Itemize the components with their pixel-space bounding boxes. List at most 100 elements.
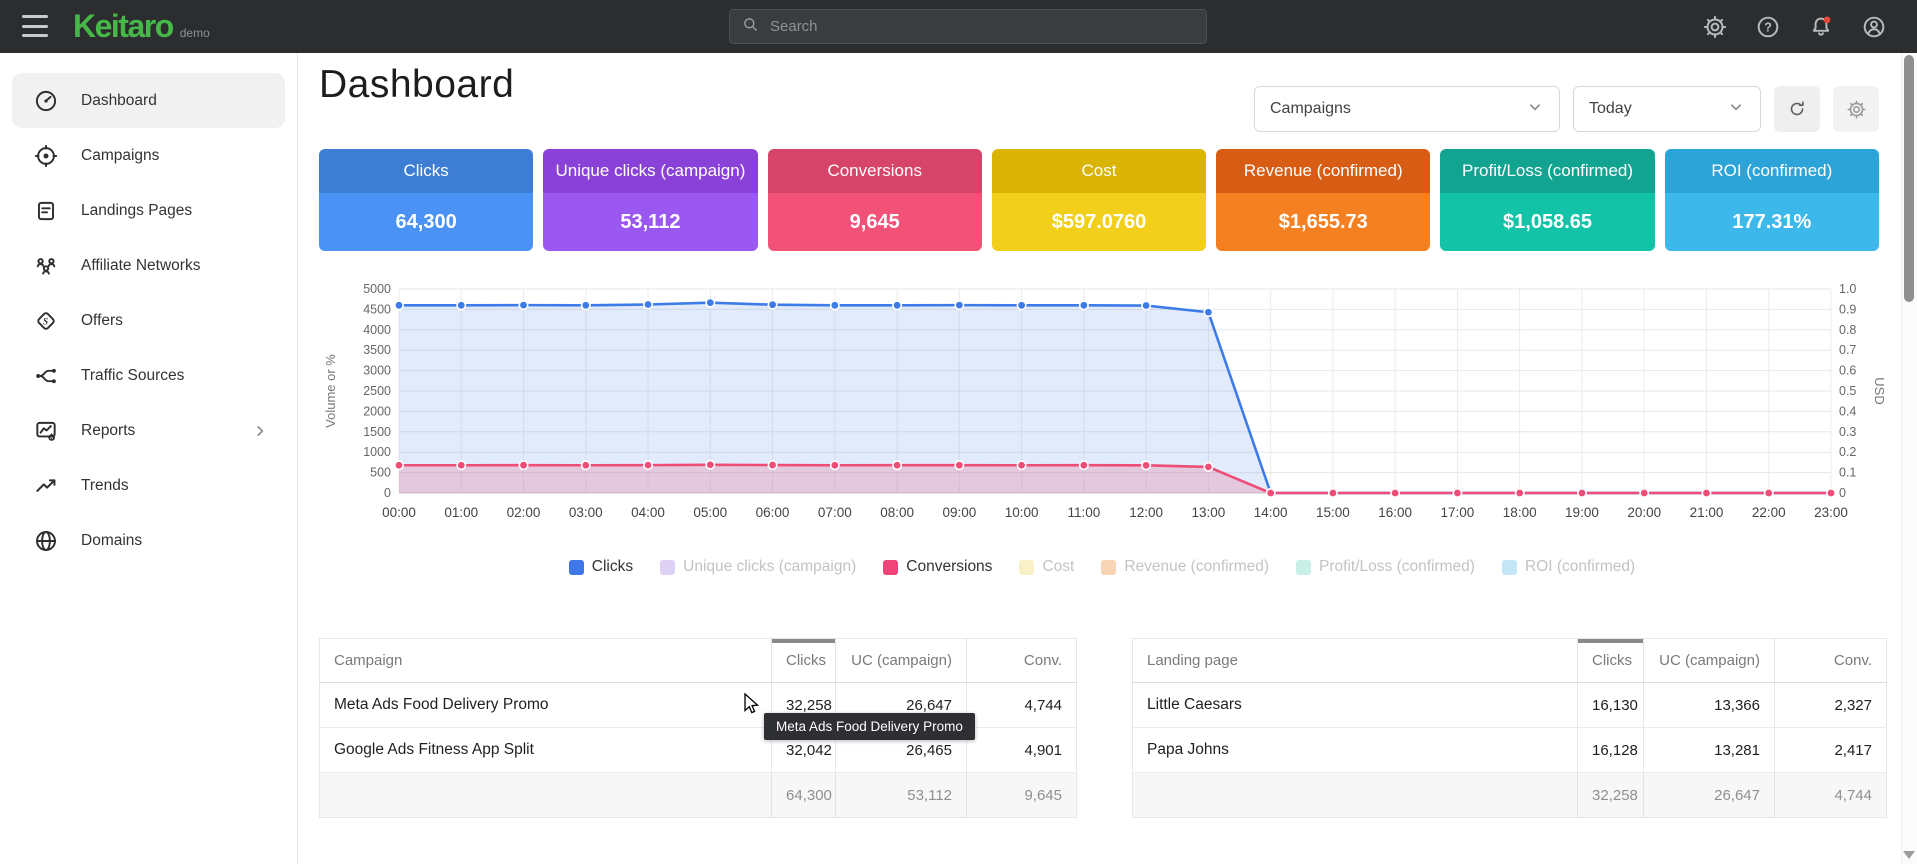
- sidebar-item-domains[interactable]: Domains: [12, 513, 285, 568]
- column-header-conv[interactable]: Conv.: [967, 639, 1077, 683]
- svg-text:?: ?: [1764, 20, 1772, 34]
- user-icon[interactable]: [1861, 14, 1887, 40]
- bell-icon[interactable]: [1808, 14, 1834, 40]
- sidebar-item-campaigns[interactable]: Campaigns: [12, 128, 285, 183]
- sidebar-item-label: Campaigns: [81, 147, 159, 165]
- svg-text:15:00: 15:00: [1316, 505, 1350, 520]
- sidebar-item-dashboard[interactable]: Dashboard: [12, 73, 285, 128]
- column-header-landing-page[interactable]: Landing page: [1133, 639, 1578, 683]
- chevron-right-icon: [249, 420, 271, 442]
- sidebar-item-reports[interactable]: Reports: [12, 403, 285, 458]
- legend-item-roi-confirmed[interactable]: ROI (confirmed): [1502, 558, 1635, 576]
- totals-value-cell: 64,300: [772, 773, 836, 818]
- totals-value-cell: 9,645: [967, 773, 1077, 818]
- logo-demo-badge: demo: [180, 26, 210, 40]
- svg-text:00:00: 00:00: [382, 505, 416, 520]
- chevron-down-icon: [1725, 96, 1747, 123]
- totals-row: 64,30053,1129,645: [320, 773, 1077, 818]
- svg-text:16:00: 16:00: [1378, 505, 1412, 520]
- sidebar-item-label: Dashboard: [81, 92, 157, 110]
- svg-text:06:00: 06:00: [756, 505, 790, 520]
- summary-tables: CampaignClicksUC (campaign)Conv.Meta Ads…: [319, 638, 1887, 818]
- scrollbar-thumb[interactable]: [1904, 55, 1914, 302]
- legend-swatch: [1019, 560, 1034, 575]
- row-name-cell[interactable]: Google Ads Fitness App Split: [320, 728, 772, 773]
- legend-item-revenue-confirmed[interactable]: Revenue (confirmed): [1101, 558, 1269, 576]
- search-input[interactable]: [770, 18, 1195, 35]
- landing-page-table: Landing pageClicksUC (campaign)Conv.Litt…: [1132, 638, 1887, 818]
- dashboard-settings-button[interactable]: [1833, 86, 1879, 132]
- metric-card-conversions[interactable]: Conversions9,645: [768, 149, 982, 251]
- legend-item-conversions[interactable]: Conversions: [883, 558, 992, 576]
- legend-item-cost[interactable]: Cost: [1019, 558, 1074, 576]
- metric-card-profit-loss-confirmed[interactable]: Profit/Loss (confirmed)$1,058.65: [1440, 149, 1654, 251]
- sidebar-item-label: Reports: [81, 422, 135, 440]
- metric-card-roi-confirmed[interactable]: ROI (confirmed)177.31%: [1665, 149, 1879, 251]
- scrollbar-down-arrow[interactable]: [1903, 851, 1915, 859]
- menu-button[interactable]: [22, 15, 48, 37]
- svg-text:0.9: 0.9: [1839, 302, 1856, 316]
- totals-value-cell: 32,258: [1578, 773, 1644, 818]
- legend-item-clicks[interactable]: Clicks: [569, 558, 633, 576]
- metric-card-clicks[interactable]: Clicks64,300: [319, 149, 533, 251]
- column-header-clicks[interactable]: Clicks: [772, 639, 836, 683]
- refresh-button[interactable]: [1774, 86, 1820, 132]
- sidebar-item-landings-pages[interactable]: Landings Pages: [12, 183, 285, 238]
- gear-icon[interactable]: [1702, 14, 1728, 40]
- totals-value-cell: 53,112: [836, 773, 967, 818]
- table-row[interactable]: Little Caesars16,13013,3662,327: [1133, 683, 1887, 728]
- svg-text:05:00: 05:00: [693, 505, 727, 520]
- totals-empty-cell: [1133, 773, 1578, 818]
- svg-text:4500: 4500: [363, 302, 391, 316]
- svg-text:0.6: 0.6: [1839, 364, 1856, 378]
- sidebar-item-trends[interactable]: Trends: [12, 458, 285, 513]
- legend-item-profit-loss-confirmed[interactable]: Profit/Loss (confirmed): [1296, 558, 1475, 576]
- entity-filter-select[interactable]: Campaigns: [1254, 86, 1560, 132]
- chevron-down-icon: [1524, 96, 1546, 123]
- legend-label: Conversions: [906, 558, 992, 576]
- svg-text:4000: 4000: [363, 323, 391, 337]
- column-header-uc-campaign[interactable]: UC (campaign): [836, 639, 967, 683]
- svg-text:23:00: 23:00: [1814, 505, 1848, 520]
- sidebar-item-label: Offers: [81, 312, 123, 330]
- app-logo[interactable]: Keitaro demo: [73, 8, 210, 45]
- column-header-conv[interactable]: Conv.: [1775, 639, 1887, 683]
- column-header-campaign[interactable]: Campaign: [320, 639, 772, 683]
- metric-card-cost[interactable]: Cost$597.0760: [992, 149, 1206, 251]
- svg-text:1500: 1500: [363, 425, 391, 439]
- topbar: Keitaro demo ?: [0, 0, 1917, 53]
- svg-text:Volume or %: Volume or %: [323, 354, 338, 428]
- column-header-clicks[interactable]: Clicks: [1578, 639, 1644, 683]
- legend-item-unique-clicks-campaign[interactable]: Unique clicks (campaign): [660, 558, 856, 576]
- metric-card-revenue-confirmed[interactable]: Revenue (confirmed)$1,655.73: [1216, 149, 1430, 251]
- row-name-cell[interactable]: Little Caesars: [1133, 683, 1578, 728]
- svg-text:2500: 2500: [363, 384, 391, 398]
- legend-label: Cost: [1042, 558, 1074, 576]
- svg-text:1.0: 1.0: [1839, 282, 1856, 296]
- row-name-cell[interactable]: Papa Johns: [1133, 728, 1578, 773]
- row-tooltip: Meta Ads Food Delivery Promo: [764, 713, 975, 740]
- sidebar-item-offers[interactable]: S Offers: [12, 293, 285, 348]
- metric-card-value: 53,112: [543, 193, 757, 251]
- table-row[interactable]: Papa Johns16,12813,2812,417: [1133, 728, 1887, 773]
- svg-text:2000: 2000: [363, 404, 391, 418]
- sidebar-item-traffic-sources[interactable]: Traffic Sources: [12, 348, 285, 403]
- sidebar-item-label: Traffic Sources: [81, 367, 184, 385]
- tag-icon: S: [33, 308, 59, 334]
- date-range-select[interactable]: Today: [1573, 86, 1761, 132]
- column-header-uc-campaign[interactable]: UC (campaign): [1644, 639, 1775, 683]
- metric-card-label: Clicks: [319, 149, 533, 193]
- metric-card-unique-clicks-campaign[interactable]: Unique clicks (campaign)53,112: [543, 149, 757, 251]
- help-icon[interactable]: ?: [1755, 14, 1781, 40]
- traffic-chart[interactable]: 005000.110000.215000.320000.425000.53000…: [319, 279, 1885, 531]
- legend-label: Unique clicks (campaign): [683, 558, 856, 576]
- people-icon: [33, 253, 59, 279]
- sidebar-item-label: Landings Pages: [81, 202, 192, 220]
- row-name-cell[interactable]: Meta Ads Food Delivery Promo: [320, 683, 772, 728]
- svg-text:USD: USD: [1872, 377, 1885, 404]
- vertical-scrollbar[interactable]: [1901, 53, 1917, 864]
- search-box[interactable]: [729, 9, 1207, 44]
- svg-text:20:00: 20:00: [1627, 505, 1661, 520]
- sidebar-item-affiliate-networks[interactable]: Affiliate Networks: [12, 238, 285, 293]
- svg-text:02:00: 02:00: [507, 505, 541, 520]
